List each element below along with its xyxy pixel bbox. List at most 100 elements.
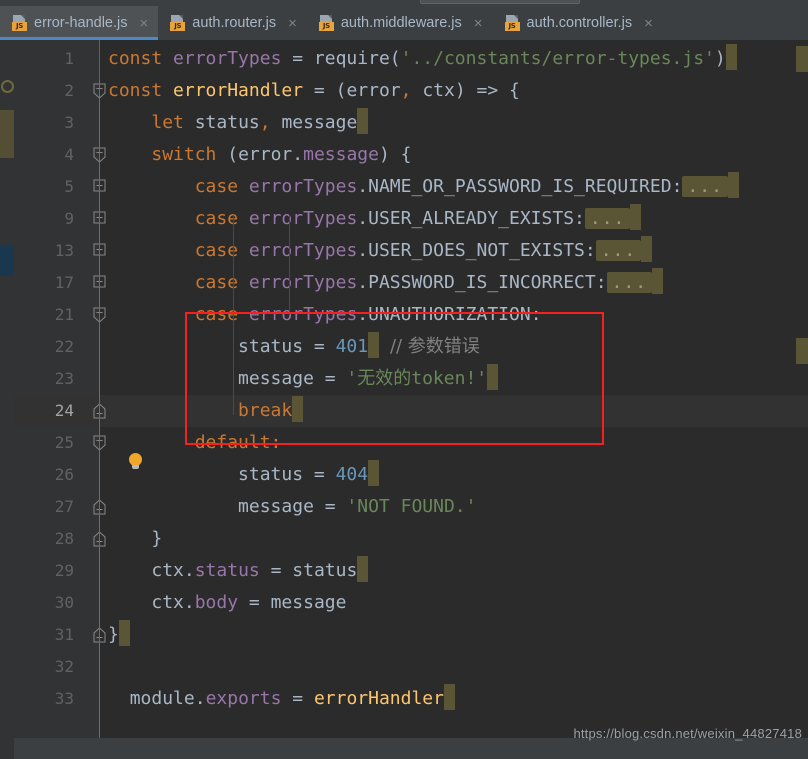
editor-tab-label: auth.controller.js xyxy=(526,15,633,31)
close-icon[interactable]: × xyxy=(287,16,298,31)
close-icon[interactable]: × xyxy=(139,16,150,31)
close-icon[interactable]: × xyxy=(643,16,654,31)
line-number: 9 xyxy=(64,209,74,228)
code-text: } xyxy=(108,619,130,651)
line-number: 31 xyxy=(54,625,74,644)
code-text: status = 401 // 参数错误 xyxy=(108,331,480,363)
editor-tab-label: error-handle.js xyxy=(34,15,128,31)
line-number: 13 xyxy=(54,241,74,260)
js-file-icon: JS xyxy=(318,15,334,31)
js-icon-label: JS xyxy=(12,22,27,31)
code-line-21[interactable]: 21 case errorTypes.UNAUTHORIZATION: xyxy=(14,299,808,331)
indent-guide xyxy=(233,215,234,415)
missing-semicolon-marker xyxy=(357,108,369,134)
code-line-28[interactable]: 28 } xyxy=(14,523,808,555)
js-icon-label: JS xyxy=(318,22,334,31)
folded-code-placeholder[interactable]: ... xyxy=(606,272,653,293)
marker-circle[interactable] xyxy=(0,78,14,96)
code-text: case errorTypes.USER_DOES_NOT_EXISTS:... xyxy=(108,235,653,267)
status-bar-left-segment xyxy=(0,738,14,759)
line-number: 5 xyxy=(64,177,74,196)
code-text: switch (error.message) { xyxy=(151,144,412,165)
line-number: 28 xyxy=(54,529,74,548)
code-line-17[interactable]: 17 case errorTypes.PASSWORD_IS_INCORRECT… xyxy=(14,267,808,299)
line-number: 22 xyxy=(54,337,74,356)
code-line-22[interactable]: 22 status = 401 // 参数错误 xyxy=(14,331,808,363)
fold-guide-line xyxy=(99,80,100,738)
code-line-33[interactable]: 33 module.exports = errorHandler xyxy=(14,683,808,715)
missing-semicolon-marker xyxy=(725,44,737,70)
folded-code-placeholder[interactable]: ... xyxy=(584,208,631,229)
lightbulb-base xyxy=(132,465,139,469)
status-bar xyxy=(0,738,808,759)
js-file-icon: JS xyxy=(170,15,186,31)
editor-tab-auth-middleware-js[interactable]: JS auth.middleware.js × xyxy=(307,6,493,40)
line-number: 23 xyxy=(54,369,74,388)
code-line-31[interactable]: 31} xyxy=(14,619,808,651)
marker-selected xyxy=(0,246,14,276)
line-number: 21 xyxy=(54,305,74,324)
code-line-23[interactable]: 23 message = '无效的token!' xyxy=(14,363,808,395)
code-text: ctx.body = message xyxy=(151,592,347,613)
code-line-9[interactable]: 9 case errorTypes.USER_ALREADY_EXISTS:..… xyxy=(14,203,808,235)
line-number: 24 xyxy=(54,401,74,420)
missing-semicolon-marker xyxy=(118,620,130,646)
code-line-29[interactable]: 29 ctx.status = status xyxy=(14,555,808,587)
code-text: const errorHandler = (error, ctx) => { xyxy=(108,80,520,101)
toolbar-nub xyxy=(420,0,580,4)
code-text: status = 404 xyxy=(108,459,380,491)
close-icon[interactable]: × xyxy=(473,16,484,31)
line-number: 3 xyxy=(64,113,74,132)
scroll-marker-1[interactable] xyxy=(796,46,808,72)
code-line-27[interactable]: 27 message = 'NOT FOUND.' xyxy=(14,491,808,523)
missing-semicolon-marker xyxy=(727,172,739,198)
code-text: module.exports = errorHandler xyxy=(108,683,455,715)
folded-code-placeholder[interactable]: ... xyxy=(682,176,728,197)
code-line-1[interactable]: 1 const errorTypes = require('../constant… xyxy=(14,43,808,75)
code-line-5[interactable]: 5 case errorTypes.NAME_OR_PASSWORD_IS_RE… xyxy=(14,171,808,203)
editor-tab-auth-controller-js[interactable]: JS auth.controller.js × xyxy=(493,6,663,40)
line-number: 27 xyxy=(54,497,74,516)
scroll-marker-2[interactable] xyxy=(796,338,808,364)
left-marker-strip[interactable] xyxy=(0,40,14,759)
code-line-4[interactable]: 4 switch (error.message) { xyxy=(14,139,808,171)
missing-semicolon-marker xyxy=(292,396,304,422)
code-line-2[interactable]: 2 const errorHandler = (error, ctx) => { xyxy=(14,75,808,107)
line-number: 17 xyxy=(54,273,74,292)
js-file-icon: JS xyxy=(504,15,520,31)
line-number: 1 xyxy=(64,49,74,68)
code-text: message = 'NOT FOUND.' xyxy=(238,496,477,517)
lightbulb-icon[interactable] xyxy=(127,453,145,471)
code-line-3[interactable]: 3 let status, message xyxy=(14,107,808,139)
code-line-30[interactable]: 30 ctx.body = message xyxy=(14,587,808,619)
code-line-24[interactable]: 24 break xyxy=(14,395,808,427)
editor-tab-auth-router-js[interactable]: JS auth.router.js × xyxy=(158,6,307,40)
code-editor[interactable]: 1 const errorTypes = require('../constant… xyxy=(14,40,808,738)
editor-tab-error-handle-js[interactable]: JS error-handle.js × xyxy=(0,6,159,40)
indent-guide xyxy=(289,215,290,315)
code-text: case errorTypes.USER_ALREADY_EXISTS:... xyxy=(108,203,642,235)
code-text: case errorTypes.UNAUTHORIZATION: xyxy=(194,304,542,325)
missing-semicolon-marker xyxy=(443,684,455,710)
js-file-icon: JS xyxy=(12,15,27,31)
code-line-32[interactable]: 32 xyxy=(14,651,808,683)
code-text: message = '无效的token!' xyxy=(108,363,499,395)
missing-semicolon-marker xyxy=(357,556,369,582)
line-number: 25 xyxy=(54,433,74,452)
editor-tab-bar[interactable]: JS error-handle.js × JS auth.router.js × JS aut… xyxy=(0,6,808,40)
code-text: case errorTypes.PASSWORD_IS_INCORRECT:..… xyxy=(108,267,664,299)
ide-window: JS error-handle.js × JS auth.router.js × JS aut… xyxy=(0,0,808,759)
line-number: 33 xyxy=(54,689,74,708)
missing-semicolon-marker xyxy=(368,460,380,486)
code-text: } xyxy=(151,528,163,549)
code-text: ctx.status = status xyxy=(108,555,369,587)
folded-code-placeholder[interactable]: ... xyxy=(595,240,642,261)
line-number: 4 xyxy=(64,145,74,164)
code-text: case errorTypes.NAME_OR_PASSWORD_IS_REQU… xyxy=(108,171,739,203)
code-line-13[interactable]: 13 case errorTypes.USER_DOES_NOT_EXISTS:… xyxy=(14,235,808,267)
missing-semicolon-marker xyxy=(641,236,653,262)
marker-olive xyxy=(0,110,14,158)
missing-semicolon-marker xyxy=(368,332,380,358)
watermark-url: https://blog.csdn.net/weixin_44827418 xyxy=(573,726,802,741)
line-number: 2 xyxy=(64,81,74,100)
